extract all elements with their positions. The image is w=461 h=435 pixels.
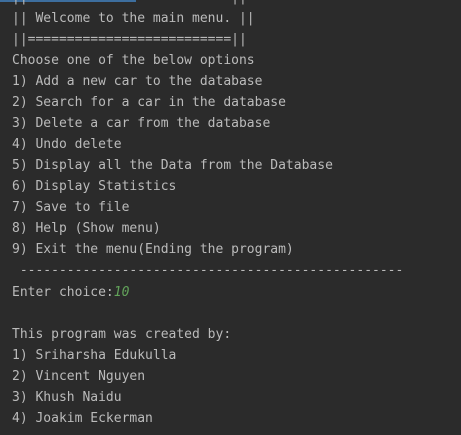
menu-item-search: 2) Search for a car in the database — [12, 95, 286, 110]
menu-divider: ----------------------------------------… — [12, 263, 404, 278]
choice-input-value: 10 — [113, 285, 130, 300]
menu-item-help: 8) Help (Show menu) — [12, 221, 161, 236]
menu-item-display-all: 5) Display all the Data from the Databas… — [12, 158, 333, 173]
choice-label: Enter choice: — [12, 285, 114, 300]
menu-item-delete: 3) Delete a car from the database — [12, 116, 271, 131]
banner-welcome: || Welcome to the main menu. || — [12, 11, 255, 26]
menu-item-save: 7) Save to file — [12, 200, 130, 215]
credits-heading: This program was created by: — [12, 327, 232, 342]
banner-top-border: || || — [12, 0, 247, 7]
menu-item-undo: 4) Undo delete — [12, 137, 122, 152]
menu-item-exit: 9) Exit the menu(Ending the program) — [12, 242, 294, 257]
menu-prompt: Choose one of the below options — [12, 53, 255, 68]
credit-item: 3) Khush Naidu — [12, 390, 122, 405]
console-output[interactable]: || || || Welcome to the main menu. || ||… — [0, 0, 461, 435]
credit-item: 1) Sriharsha Edukulla — [12, 348, 177, 363]
choice-line: Enter choice:10 — [12, 284, 129, 302]
credit-item: 2) Vincent Nguyen — [12, 369, 146, 384]
menu-item-add: 1) Add a new car to the database — [12, 74, 263, 89]
credit-item: 4) Joakim Eckerman — [12, 411, 153, 426]
banner-separator: ||==========================|| — [12, 32, 247, 47]
menu-item-statistics: 6) Display Statistics — [12, 179, 177, 194]
